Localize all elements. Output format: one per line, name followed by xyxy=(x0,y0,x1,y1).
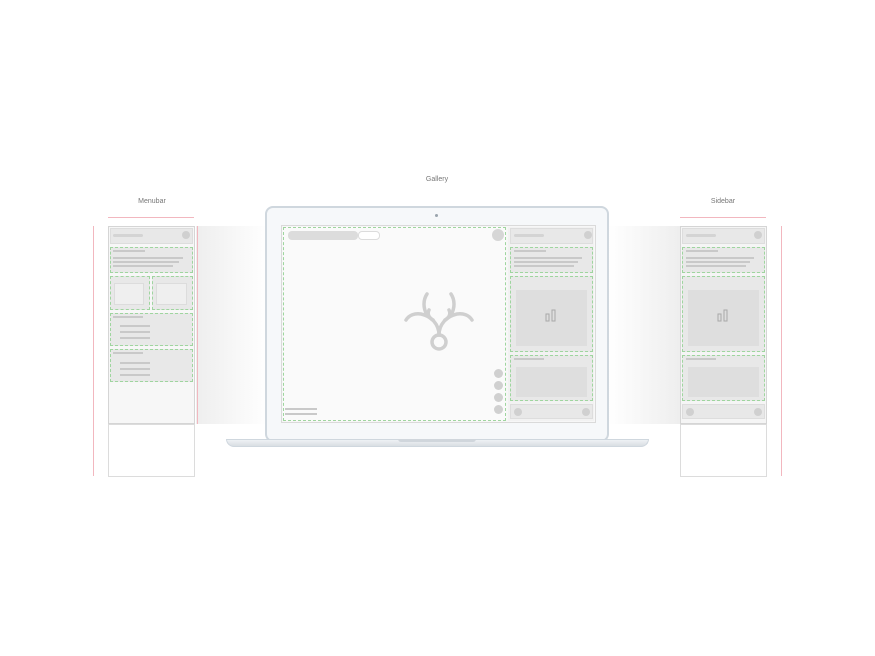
sidebar-title: Sidebar xyxy=(710,198,736,205)
menubar-list-line xyxy=(120,337,150,339)
antler-logo-icon xyxy=(404,292,474,351)
menubar-text-line xyxy=(113,250,145,252)
screen-sidebar-text-line xyxy=(514,250,546,252)
screen-sidebar-avatar-icon xyxy=(584,231,592,239)
sidebar-lower-frame xyxy=(680,424,767,477)
menubar-lower-frame xyxy=(108,424,195,477)
screen-sidebar-chart-area xyxy=(516,367,587,397)
menubar-height-guide xyxy=(93,226,94,424)
sidebar-text-line xyxy=(686,257,754,259)
menubar-text-line xyxy=(113,261,179,263)
menubar-list-line xyxy=(120,362,150,364)
gallery-search-bar xyxy=(288,231,358,240)
screen-sidebar-footer xyxy=(510,404,593,419)
menubar-list-line xyxy=(120,325,150,327)
menubar-list-line xyxy=(113,316,143,318)
camera-dot-icon xyxy=(435,214,438,217)
sidebar-text-line xyxy=(686,250,718,252)
sidebar-width-guide xyxy=(680,217,766,218)
screen-sidebar-footer-button[interactable] xyxy=(514,408,522,416)
menubar-header-bar xyxy=(113,234,143,237)
menubar-title: Menubar xyxy=(138,198,166,205)
menubar-list-line xyxy=(120,374,150,376)
gallery-footer-line xyxy=(285,408,317,410)
sidebar-footer-button[interactable] xyxy=(754,408,762,416)
gallery-avatar-icon[interactable] xyxy=(492,229,504,241)
menubar-lower-guide xyxy=(93,424,94,476)
sidebar-height-guide xyxy=(781,226,782,424)
screen-sidebar-header-bar xyxy=(514,234,544,237)
menubar-grid-inner xyxy=(114,283,144,305)
bar-chart-icon xyxy=(717,309,728,322)
screen-sidebar-text-line xyxy=(514,257,582,259)
sidebar-footer-button[interactable] xyxy=(686,408,694,416)
left-haze-panel xyxy=(196,226,268,424)
sidebar-footer xyxy=(682,404,765,419)
screen-sidebar-text-line xyxy=(514,265,574,267)
screen-sidebar-text-line xyxy=(514,261,578,263)
screen-sidebar-footer-button[interactable] xyxy=(582,408,590,416)
gallery-fab[interactable] xyxy=(494,405,503,414)
menubar-text-line xyxy=(113,257,183,259)
gallery-fab[interactable] xyxy=(494,369,503,378)
sidebar-chart-title xyxy=(686,358,716,360)
gallery-fab[interactable] xyxy=(494,393,503,402)
right-haze-panel xyxy=(608,226,680,424)
sidebar-chart-area xyxy=(688,367,759,397)
sidebar-lower-guide xyxy=(781,424,782,476)
menubar-grid-inner xyxy=(156,283,187,305)
laptop-notch xyxy=(398,439,476,442)
gallery-title: Gallery xyxy=(425,176,449,183)
screen-sidebar-chart-title xyxy=(514,358,544,360)
menubar-list-line xyxy=(120,368,150,370)
bar-chart-icon xyxy=(545,309,556,322)
sidebar-text-line xyxy=(686,265,746,267)
gallery-search-button[interactable] xyxy=(358,231,380,240)
menubar-list-line xyxy=(120,331,150,333)
gallery-footer-line xyxy=(285,413,317,415)
menubar-text-line xyxy=(113,265,173,267)
sidebar-avatar-icon xyxy=(754,231,762,239)
sidebar-header-bar xyxy=(686,234,716,237)
sidebar-text-line xyxy=(686,261,750,263)
menubar-width-guide xyxy=(108,217,194,218)
menubar-list-line xyxy=(113,352,143,354)
menubar-avatar-icon xyxy=(182,231,190,239)
gallery-fab[interactable] xyxy=(494,381,503,390)
menubar-side-guide xyxy=(197,226,198,424)
